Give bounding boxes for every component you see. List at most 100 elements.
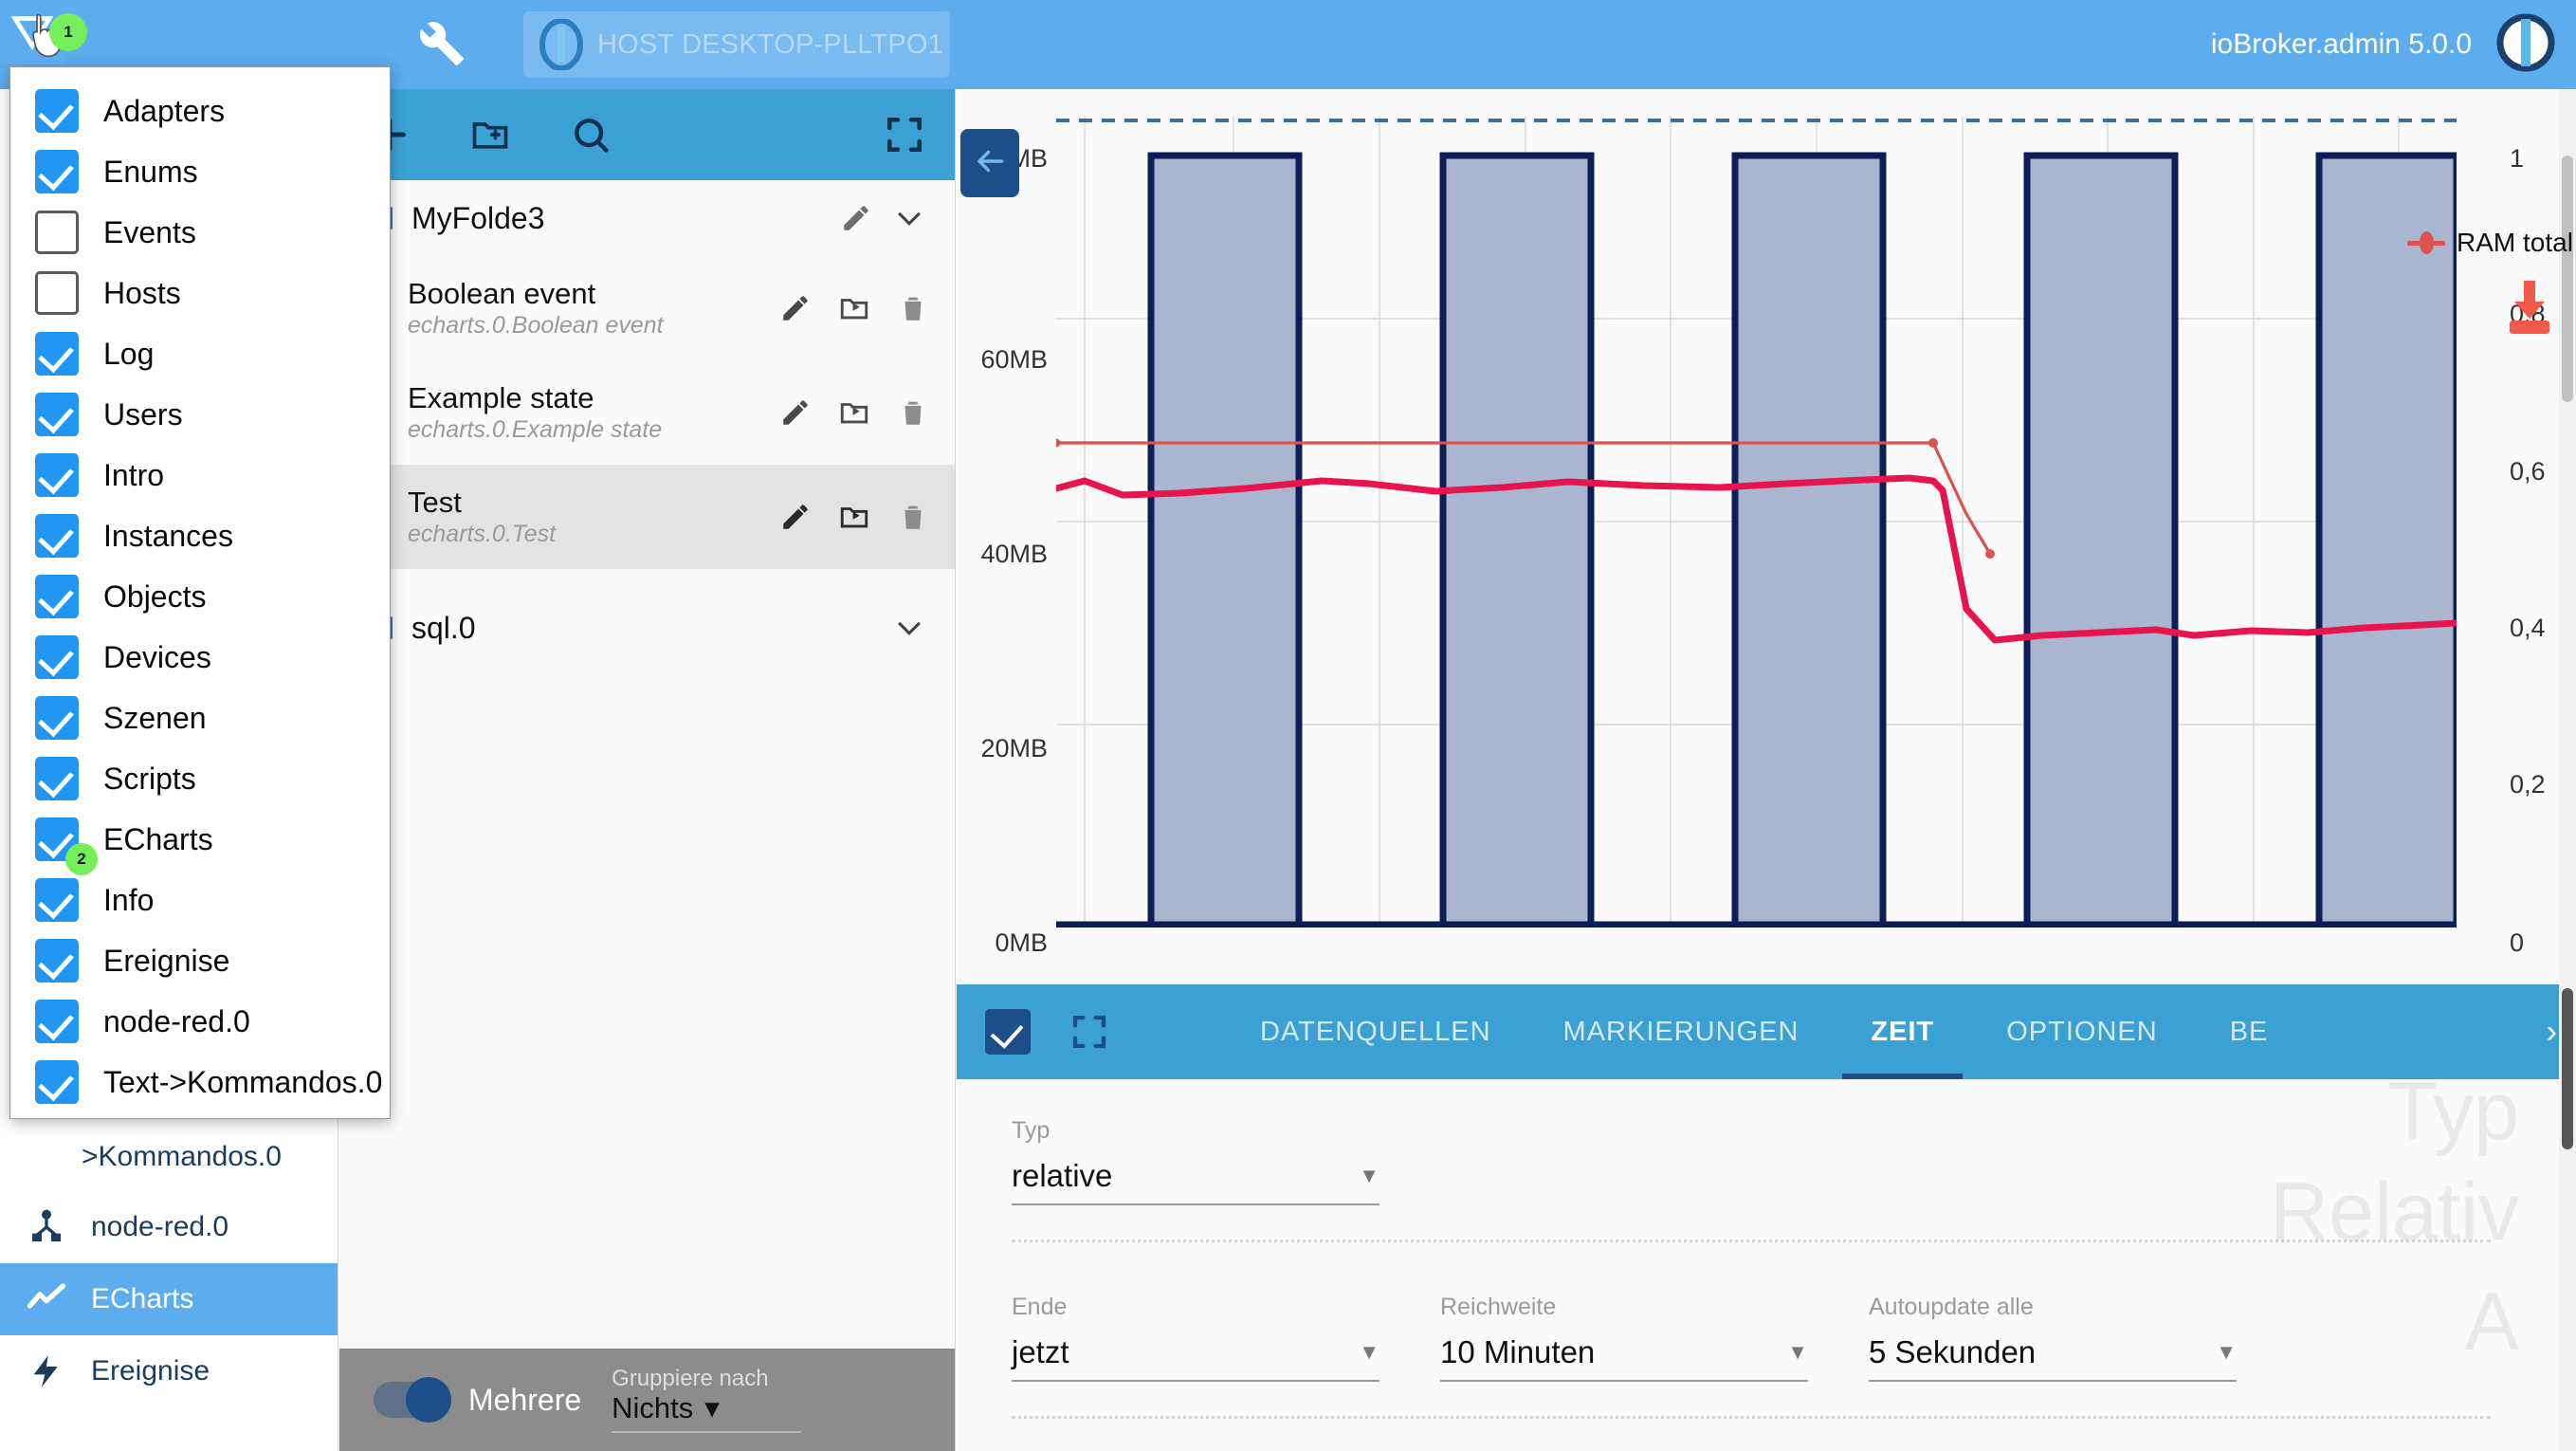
new-folder-icon[interactable]	[468, 113, 512, 156]
checkbox-checked-icon[interactable]	[35, 1060, 79, 1104]
tab-optionen[interactable]: OPTIONEN	[1970, 984, 2193, 1079]
tree-folder-row[interactable]: sql.0	[339, 590, 955, 666]
menu-item-text-kommandos[interactable]: Text->Kommandos.0	[10, 1052, 390, 1112]
menu-item-adapters[interactable]: Adapters	[10, 81, 390, 141]
form-divider	[1012, 1416, 2491, 1419]
tree-item-row[interactable]: Boolean event echarts.0.Boolean event	[339, 256, 955, 360]
sidebar-item-label: ECharts	[91, 1283, 194, 1314]
line-chart-icon	[27, 1279, 66, 1319]
chevron-down-icon[interactable]	[892, 201, 926, 235]
iobroker-logo-icon	[539, 18, 584, 71]
tree-folder-row[interactable]: MyFolde3	[339, 180, 955, 256]
multiple-toggle[interactable]	[374, 1377, 451, 1423]
checkbox-checked-icon[interactable]	[35, 150, 79, 193]
field-reichweite[interactable]: Reichweite 10 Minuten ▼	[1440, 1294, 1808, 1382]
field-ende[interactable]: Ende jetzt ▼	[1012, 1294, 1379, 1382]
menu-item-szenen[interactable]: Szenen	[10, 688, 390, 748]
menu-item-info[interactable]: Info	[10, 870, 390, 930]
edit-icon[interactable]	[778, 500, 813, 534]
delete-icon[interactable]	[896, 395, 930, 430]
settings-scrollbar[interactable]	[2559, 984, 2576, 1451]
checkbox-checked-icon[interactable]	[35, 1000, 79, 1043]
checkbox-checked-icon[interactable]	[35, 757, 79, 800]
scrollbar-thumb[interactable]	[2562, 156, 2573, 402]
field-typ[interactable]: Typ relative ▼	[1012, 1117, 1379, 1205]
menu-item-echarts[interactable]: 2 ECharts	[10, 809, 390, 875]
y-axis-left-tick: 40MB	[980, 540, 1048, 568]
tree-item-row[interactable]: Test echarts.0.Test	[339, 465, 955, 569]
edit-icon[interactable]	[778, 291, 813, 325]
fullscreen-icon[interactable]	[1069, 1011, 1110, 1053]
ende-select[interactable]: jetzt ▼	[1012, 1334, 1379, 1382]
edit-icon[interactable]	[778, 395, 813, 430]
checkbox-checked-icon[interactable]	[35, 332, 79, 376]
sidebar-item-node-red[interactable]: node-red.0	[0, 1191, 338, 1263]
menu-item-ereignise[interactable]: Ereignise	[10, 930, 390, 991]
scrollbar-thumb[interactable]	[2562, 988, 2573, 1149]
tree-item-id: echarts.0.Boolean event	[408, 311, 664, 339]
host-selector[interactable]: HOST DESKTOP-PLLTPO1	[523, 11, 950, 78]
checkbox-checked-icon[interactable]	[35, 393, 79, 436]
field-label: Reichweite	[1440, 1294, 1557, 1320]
ende-value: jetzt	[1012, 1334, 1069, 1369]
fullscreen-icon[interactable]	[883, 113, 926, 156]
menu-item-label: Text->Kommandos.0	[103, 1064, 383, 1099]
y-axis-right-tick: 0,6	[2510, 457, 2546, 486]
checkbox-unchecked-icon[interactable]	[35, 271, 79, 315]
move-to-folder-icon[interactable]	[837, 291, 871, 325]
menu-item-log[interactable]: Log	[10, 323, 390, 384]
menu-item-users[interactable]: Users	[10, 384, 390, 445]
menu-item-enums[interactable]: Enums	[10, 141, 390, 202]
delete-icon[interactable]	[896, 500, 930, 534]
settings-checkbox[interactable]	[985, 1009, 1031, 1055]
group-by-value-wrap[interactable]: Nichts ▾	[612, 1391, 802, 1434]
chart-scrollbar[interactable]	[2559, 89, 2576, 984]
legend-item-ram-total[interactable]: RAM total	[2407, 228, 2573, 258]
menu-item-hosts[interactable]: Hosts	[10, 263, 390, 323]
sidebar-item-echarts[interactable]: ECharts	[0, 1263, 338, 1335]
checkbox-checked-icon[interactable]	[35, 696, 79, 740]
autoupdate-value: 5 Sekunden	[1869, 1334, 2037, 1369]
menu-item-instances[interactable]: Instances	[10, 505, 390, 566]
sidebar-item-kommandos[interactable]: >Kommandos.0	[0, 1123, 338, 1191]
tab-datenquellen[interactable]: DATENQUELLEN	[1224, 984, 1527, 1079]
move-to-folder-icon[interactable]	[837, 500, 871, 534]
checkbox-unchecked-icon[interactable]	[35, 211, 79, 254]
delete-icon[interactable]	[896, 291, 930, 325]
checkbox-checked-icon[interactable]	[35, 89, 79, 133]
field-autoupdate[interactable]: Autoupdate alle 5 Sekunden ▼	[1869, 1294, 2237, 1382]
move-to-folder-icon[interactable]	[837, 395, 871, 430]
collapse-panel-button[interactable]	[960, 129, 1019, 197]
checkbox-checked-icon[interactable]	[35, 575, 79, 618]
sidebar-item-ereignise[interactable]: Ereignise	[0, 1335, 338, 1407]
checkbox-checked-icon[interactable]	[35, 939, 79, 983]
tree-item-row[interactable]: Example state echarts.0.Example state	[339, 360, 955, 465]
chart-plot[interactable]	[1056, 116, 2457, 928]
menu-item-objects[interactable]: Objects	[10, 566, 390, 627]
checkbox-checked-icon[interactable]	[35, 453, 79, 497]
menu-item-intro[interactable]: Intro	[10, 445, 390, 505]
typ-select[interactable]: relative ▼	[1012, 1158, 1379, 1205]
tabs-visibility-menu: Adapters Enums Events Hosts Log Users In…	[9, 66, 391, 1119]
menu-item-devices[interactable]: Devices	[10, 627, 390, 688]
chevron-down-icon[interactable]	[892, 611, 926, 645]
save-red-icon[interactable]	[2504, 279, 2555, 342]
menu-item-events[interactable]: Events	[10, 202, 390, 263]
reichweite-select[interactable]: 10 Minuten ▼	[1440, 1334, 1808, 1382]
search-icon[interactable]	[569, 113, 612, 156]
tab-zeit[interactable]: ZEIT	[1835, 984, 1970, 1079]
edit-icon[interactable]	[839, 201, 873, 235]
menu-item-node-red[interactable]: node-red.0	[10, 991, 390, 1052]
menu-item-scripts[interactable]: Scripts	[10, 748, 390, 809]
tab-be[interactable]: BE	[2194, 984, 2305, 1079]
menu-item-label: Intro	[103, 457, 165, 492]
checkbox-checked-icon[interactable]	[35, 514, 79, 558]
wrench-icon[interactable]	[415, 17, 468, 70]
checkbox-checked-icon[interactable]	[35, 878, 79, 922]
chart-legend: RAM total admin 0 heap actually Used Exa…	[2407, 228, 2576, 258]
group-by-field[interactable]: Gruppiere nach Nichts ▾	[612, 1366, 802, 1434]
tab-markierungen[interactable]: MARKIERUNGEN	[1527, 984, 1836, 1079]
checkbox-checked-icon[interactable]	[35, 635, 79, 679]
menu-item-label: Log	[103, 336, 155, 371]
autoupdate-select[interactable]: 5 Sekunden ▼	[1869, 1334, 2237, 1382]
